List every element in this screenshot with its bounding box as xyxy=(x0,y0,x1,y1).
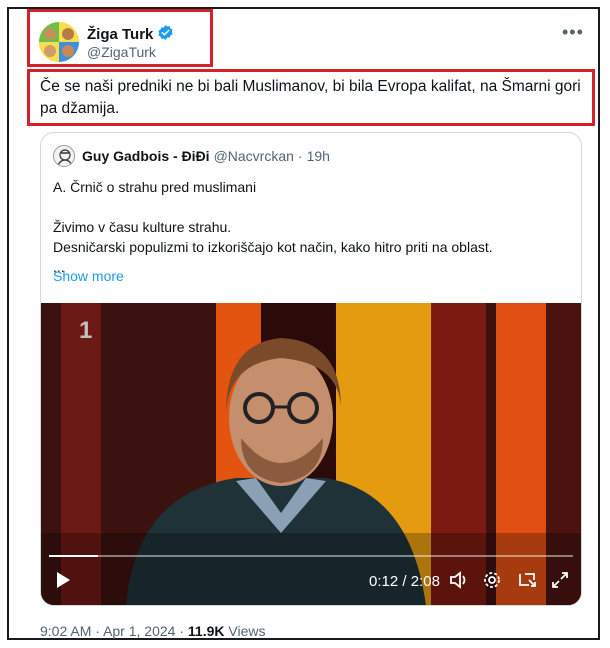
author-avatar[interactable] xyxy=(39,22,79,62)
settings-gear-icon[interactable] xyxy=(483,571,501,589)
author-name-row[interactable]: Žiga Turk xyxy=(87,24,174,45)
play-icon[interactable] xyxy=(55,571,71,589)
author-name[interactable]: Žiga Turk xyxy=(87,26,153,43)
picture-in-picture-icon[interactable] xyxy=(517,571,537,589)
tweet-text: Če se naši predniki ne bi bali Muslimano… xyxy=(40,78,581,117)
quoted-line: ... xyxy=(53,259,65,275)
quoted-line: A. Črnič o strahu pred muslimani xyxy=(53,179,257,195)
volume-icon[interactable] xyxy=(449,571,469,589)
verified-badge-icon xyxy=(157,24,174,45)
more-horizontal-icon[interactable]: ••• xyxy=(562,22,584,43)
author-handle[interactable]: @ZigaTurk xyxy=(87,44,156,60)
quoted-body: A. Črnič o strahu pred muslimani Živimo … xyxy=(53,177,568,277)
quoted-separator: · xyxy=(297,148,303,164)
quoted-line xyxy=(53,197,568,217)
video-time: 0:12 / 2:08 xyxy=(369,573,440,590)
quoted-line: Desničarski populizmi to izkoriščajo kot… xyxy=(53,239,493,255)
tweet-time[interactable]: 9:02 AM xyxy=(40,623,91,639)
quoted-author-avatar[interactable] xyxy=(53,145,75,167)
video-player[interactable]: 1 0:12 / 2:08 xyxy=(41,303,581,605)
quoted-line: Živimo v času kulture strahu. xyxy=(53,219,232,235)
channel-logo: 1 xyxy=(79,317,93,344)
duration: 2:08 xyxy=(410,573,440,590)
quoted-tweet[interactable]: Guy Gadbois - ĐiĐi @Nacvrckan · 19h A. Č… xyxy=(40,132,582,606)
video-progress-bar[interactable] xyxy=(49,555,573,557)
tweet-date[interactable]: Apr 1, 2024 xyxy=(103,623,175,639)
quoted-header: Guy Gadbois - ĐiĐi @Nacvrckan · 19h xyxy=(53,145,330,167)
meta-separator: · xyxy=(95,623,100,639)
video-progress-fill xyxy=(49,555,99,557)
video-frame xyxy=(41,303,581,605)
meta-separator: · xyxy=(179,623,185,639)
current-time: 0:12 xyxy=(369,573,399,590)
quoted-author-handle[interactable]: @Nacvrckan xyxy=(214,148,294,164)
quoted-author-name[interactable]: Guy Gadbois - ĐiĐi xyxy=(82,148,210,164)
time-separator: / xyxy=(402,573,407,590)
views-label: Views xyxy=(228,623,266,639)
fullscreen-icon[interactable] xyxy=(551,571,569,589)
views-count: 11.9K xyxy=(187,623,225,639)
show-more-link[interactable]: Show more xyxy=(53,268,124,284)
tweet-meta: 9:02 AM · Apr 1, 2024 · 11.9K Views xyxy=(40,623,265,639)
quoted-time[interactable]: 19h xyxy=(307,148,330,164)
